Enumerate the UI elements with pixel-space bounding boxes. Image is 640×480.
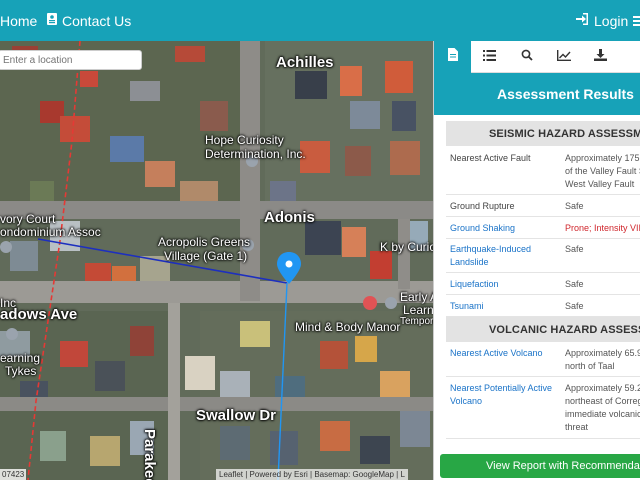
- row-value: Safe: [565, 279, 584, 289]
- street-label-swallow: Swallow Dr: [196, 407, 277, 424]
- row-value-line: of the Valley Fault S: [565, 166, 640, 176]
- tab-zoom[interactable]: [508, 41, 545, 73]
- tsunami-link[interactable]: Tsunami: [450, 300, 484, 312]
- results-title: Assessment Results: [434, 73, 640, 115]
- sign-in-icon: [576, 13, 589, 28]
- row-value-line: Approximately 175 r: [565, 153, 640, 163]
- search-icon: [521, 48, 533, 66]
- row-value-line: immediate volcanic: [565, 409, 640, 419]
- row-value-line: West Valley Fault: [565, 179, 635, 189]
- ground-shaking-link[interactable]: Ground Shaking: [450, 222, 515, 234]
- map-attribution: Leaflet | Powered by Esri | Basemap: Goo…: [216, 469, 408, 480]
- poi-label-learning: Learning: [403, 303, 433, 317]
- street-label-parakeet: Parakeet: [141, 429, 158, 480]
- poi-label-acropolis-2: Village (Gate 1): [164, 249, 248, 263]
- seismic-section-title: SEISMIC HAZARD ASSESSMENT: [446, 121, 640, 146]
- row-key: Nearest Active Fault: [450, 153, 531, 163]
- row-value: Prone; Intensity VIII: [565, 223, 640, 233]
- liquefaction-link[interactable]: Liquefaction: [450, 278, 499, 290]
- tab-chart[interactable]: [545, 41, 582, 73]
- poi-label-kby: K by Curio: [380, 240, 433, 254]
- volcanic-section-title: VOLCANIC HAZARD ASSESSMENT: [446, 317, 640, 342]
- row-value: Safe: [565, 201, 584, 211]
- row-nearest-fault: Nearest Active Fault Approximately 175 r…: [446, 147, 640, 195]
- row-key: Ground Rupture: [450, 201, 515, 211]
- row-liquefaction: Liquefaction Safe: [446, 273, 640, 295]
- row-ground-shaking: Ground Shaking Prone; Intensity VIII: [446, 217, 640, 239]
- nearest-volcano-link[interactable]: Nearest Active Volcano: [450, 347, 543, 359]
- potential-volcano-link-line[interactable]: Nearest Potentially Active: [450, 382, 552, 394]
- row-value-line: threat: [565, 422, 589, 432]
- landslide-link-line[interactable]: Landslide: [450, 256, 489, 268]
- poi-label-acropolis: Acropolis Greens: [158, 235, 251, 249]
- menu-toggle-icon[interactable]: [633, 0, 640, 41]
- row-value-line: north of Taal: [565, 361, 615, 371]
- poi-label-learning-2: earning: [0, 351, 41, 365]
- top-navbar: Home Contact Us Login: [0, 0, 640, 41]
- street-label-meadows: adows Ave: [0, 306, 78, 323]
- document-icon: [447, 48, 458, 66]
- row-landslide: Earthquake-Induced Landslide Safe: [446, 239, 640, 273]
- row-tsunami: Tsunami Safe: [446, 295, 640, 317]
- poi-label-hope: Hope Curiosity: [205, 133, 284, 147]
- nav-login-label: Login: [594, 12, 629, 29]
- landslide-link-line[interactable]: Earthquake-Induced: [450, 243, 531, 255]
- chart-icon: [556, 48, 571, 66]
- nav-contact-label: Contact Us: [62, 12, 132, 29]
- poi-label-mindbody: Mind & Body Manor: [295, 320, 401, 334]
- poi-label-temporary: Tempora: [400, 316, 433, 327]
- view-report-button[interactable]: View Report with Recommendations: [440, 454, 640, 478]
- row-value: Safe: [565, 301, 584, 311]
- download-icon: [594, 48, 607, 66]
- tab-download[interactable]: [582, 41, 619, 73]
- tab-list[interactable]: [471, 41, 508, 73]
- satellite-map[interactable]: Achilles Hope Curiosity Determination, I…: [0, 41, 433, 480]
- row-value-line: northeast of Corregi: [565, 396, 640, 406]
- poi-label-ivory: vory Court: [0, 212, 56, 226]
- street-label-adonis: Adonis: [264, 209, 315, 226]
- tab-results[interactable]: [434, 41, 471, 73]
- map-scale: 07423: [0, 469, 27, 480]
- poi-label-tykes: Tykes: [5, 364, 37, 378]
- location-search-input[interactable]: [0, 50, 142, 70]
- poi-label-condo: ondominium Assoc: [0, 225, 101, 239]
- row-value: Safe: [565, 244, 584, 254]
- street-label-achilles: Achilles: [276, 54, 334, 71]
- poi-label-early: Early Adv: [400, 290, 433, 304]
- nav-login-link[interactable]: Login: [576, 0, 628, 41]
- row-ground-rupture: Ground Rupture Safe: [446, 195, 640, 217]
- potential-volcano-link-line[interactable]: Volcano: [450, 395, 482, 407]
- list-icon: [483, 48, 496, 66]
- row-value-line: Approximately 65.9: [565, 348, 640, 358]
- sidebar-tabs: [434, 41, 640, 73]
- row-potential-volcano: Nearest Potentially Active Volcano Appro…: [446, 377, 640, 439]
- row-value-line: Approximately 59.2: [565, 383, 640, 393]
- nav-contact-link[interactable]: Contact Us: [47, 0, 131, 41]
- assessment-sidebar: Assessment Results SEISMIC HAZARD ASSESS…: [433, 41, 640, 480]
- contact-card-icon: [47, 13, 57, 28]
- nav-home-label: Home: [0, 12, 38, 29]
- row-nearest-volcano: Nearest Active Volcano Approximately 65.…: [446, 342, 640, 377]
- nav-home-link[interactable]: Home: [0, 0, 37, 41]
- poi-label-hope-2: Determination, Inc.: [205, 147, 306, 161]
